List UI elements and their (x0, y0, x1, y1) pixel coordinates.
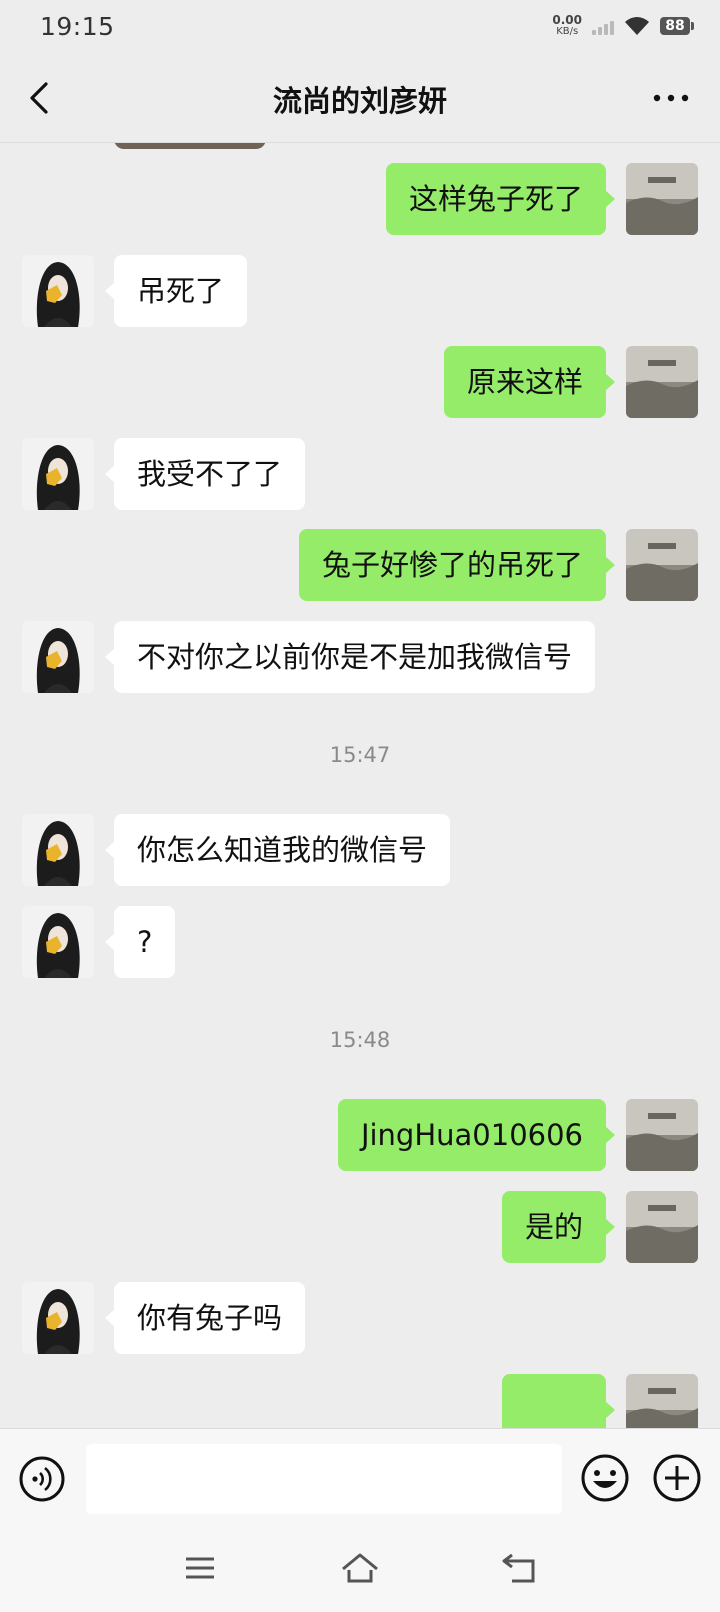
more-functions-button[interactable] (652, 1453, 702, 1503)
network-speed-value: 0.00 (552, 13, 582, 27)
message-bubble[interactable]: 你有兔子吗 (104, 1282, 306, 1354)
my-avatar[interactable] (626, 163, 698, 235)
battery-icon: 88 (660, 17, 694, 35)
my-avatar[interactable] (626, 1191, 698, 1263)
sent-message: 这样兔子死了 (0, 163, 720, 235)
menu-button[interactable] (180, 1548, 220, 1588)
status-icons: 0.00 KB/s 88 (552, 14, 694, 38)
emoji-button[interactable] (580, 1453, 630, 1503)
sent-message: 兔子好惨了的吊死了 (0, 529, 720, 601)
network-speed-unit: KB/s (556, 26, 579, 37)
back-nav-button[interactable] (500, 1548, 540, 1588)
sent-message-partial (0, 1374, 720, 1428)
chat-title: 流尚的刘彦妍 (272, 84, 447, 118)
signal-icon (592, 17, 614, 35)
network-speed: 0.00 KB/s (552, 14, 582, 38)
received-message: 吊死了 (0, 255, 720, 327)
menu-icon (186, 1557, 214, 1579)
contact-avatar[interactable] (22, 255, 94, 327)
sent-message: 是的 (0, 1191, 720, 1263)
previous-image-message[interactable] (114, 143, 266, 149)
received-message: ? (0, 906, 720, 978)
contact-avatar[interactable] (22, 438, 94, 510)
wifi-icon (625, 17, 649, 35)
status-bar: 19:15 0.00 KB/s 88 (0, 0, 720, 56)
contact-avatar[interactable] (22, 906, 94, 978)
message-bubble[interactable] (502, 1374, 615, 1428)
message-bubble[interactable]: 不对你之以前你是不是加我微信号 (104, 621, 596, 693)
status-time: 19:15 (40, 12, 115, 41)
home-button[interactable] (340, 1548, 380, 1588)
input-bar (0, 1428, 720, 1529)
contact-avatar[interactable] (22, 621, 94, 693)
contact-avatar[interactable] (22, 1282, 94, 1354)
message-bubble[interactable]: 是的 (501, 1191, 616, 1263)
chat-timestamp: 15:48 (329, 1028, 391, 1052)
more-options-button[interactable] (648, 80, 694, 116)
chat-messages[interactable]: 这样兔子死了吊死了原来这样我受不了了兔子好惨了的吊死了不对你之以前你是不是加我微… (0, 143, 720, 1428)
back-icon (502, 1553, 535, 1583)
message-bubble[interactable]: JingHua010606 (337, 1099, 616, 1171)
chat-timestamp: 15:47 (329, 743, 391, 767)
emoji-icon (581, 1454, 629, 1502)
received-message: 你有兔子吗 (0, 1282, 720, 1354)
received-message: 我受不了了 (0, 438, 720, 510)
received-message: 不对你之以前你是不是加我微信号 (0, 621, 720, 693)
my-avatar[interactable] (626, 529, 698, 601)
message-bubble[interactable]: 这样兔子死了 (385, 163, 616, 235)
received-message: 你怎么知道我的微信号 (0, 814, 720, 886)
home-icon (342, 1553, 378, 1583)
contact-avatar[interactable] (22, 814, 94, 886)
my-avatar[interactable] (626, 1374, 698, 1428)
more-dots-icon (653, 94, 689, 102)
message-bubble[interactable]: 原来这样 (443, 346, 616, 418)
sent-message: JingHua010606 (0, 1099, 720, 1171)
voice-button[interactable] (18, 1455, 66, 1503)
my-avatar[interactable] (626, 1099, 698, 1171)
my-avatar[interactable] (626, 346, 698, 418)
chat-header: 流尚的刘彦妍 (0, 56, 720, 143)
message-bubble[interactable]: 兔子好惨了的吊死了 (298, 529, 616, 601)
message-bubble[interactable]: 你怎么知道我的微信号 (104, 814, 451, 886)
message-bubble[interactable]: ? (104, 906, 176, 978)
sent-message: 原来这样 (0, 346, 720, 418)
message-bubble[interactable]: 吊死了 (104, 255, 248, 327)
message-bubble[interactable]: 我受不了了 (104, 438, 306, 510)
voice-icon (19, 1456, 65, 1502)
system-nav-bar (0, 1528, 720, 1612)
plus-circle-icon (653, 1454, 701, 1502)
message-input[interactable] (86, 1444, 562, 1514)
